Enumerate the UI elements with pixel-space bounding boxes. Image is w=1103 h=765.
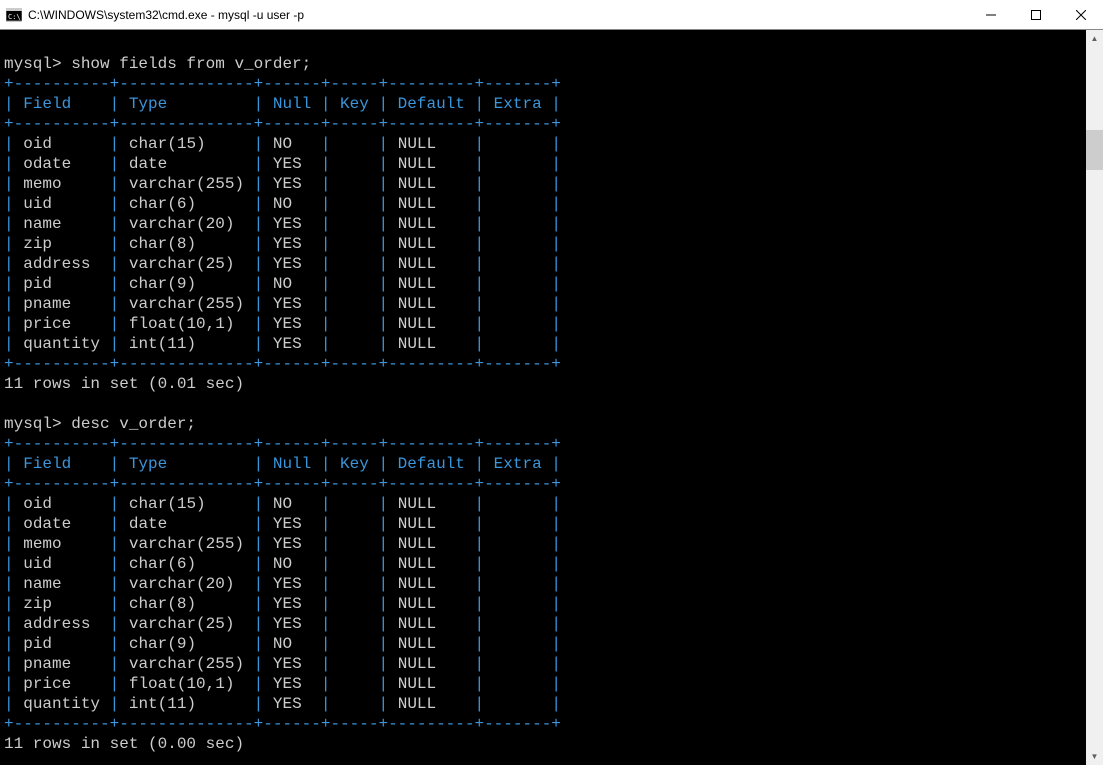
scrollbar[interactable]: ▲ ▼ bbox=[1086, 30, 1103, 765]
window-title: C:\WINDOWS\system32\cmd.exe - mysql -u u… bbox=[28, 8, 968, 22]
titlebar: C:\ C:\WINDOWS\system32\cmd.exe - mysql … bbox=[0, 0, 1103, 30]
scroll-thumb[interactable] bbox=[1086, 130, 1103, 170]
scroll-up-icon[interactable]: ▲ bbox=[1086, 30, 1103, 47]
svg-text:C:\: C:\ bbox=[8, 13, 21, 21]
minimize-button[interactable] bbox=[968, 0, 1013, 30]
scroll-down-icon[interactable]: ▼ bbox=[1086, 748, 1103, 765]
maximize-button[interactable] bbox=[1013, 0, 1058, 30]
content-wrapper: mysql> show fields from v_order; +------… bbox=[0, 30, 1103, 765]
cmd-icon: C:\ bbox=[6, 8, 22, 22]
terminal-output[interactable]: mysql> show fields from v_order; +------… bbox=[0, 30, 1086, 765]
close-button[interactable] bbox=[1058, 0, 1103, 30]
